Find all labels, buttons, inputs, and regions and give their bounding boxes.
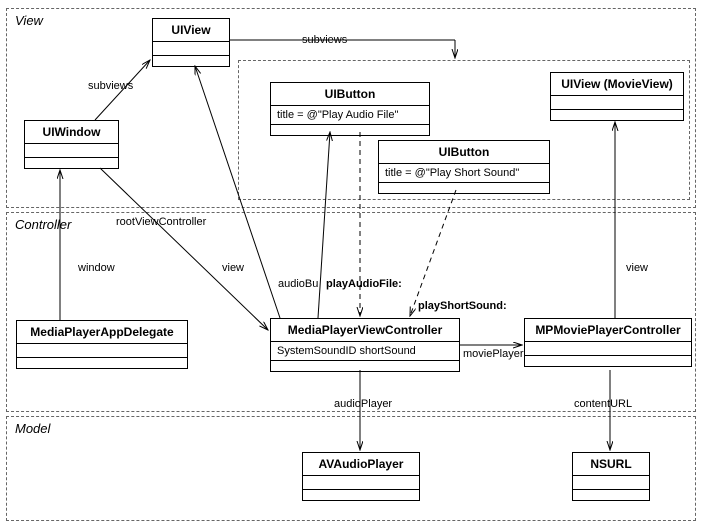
label-view2: view xyxy=(626,262,648,274)
class-uibutton-audio-title: UIButton xyxy=(271,83,429,106)
class-uibutton-sound-title: UIButton xyxy=(379,141,549,164)
class-appdelegate: MediaPlayerAppDelegate xyxy=(16,320,188,369)
layer-model-label: Model xyxy=(15,421,50,436)
class-uibutton-sound: UIButton title = @"Play Short Sound" xyxy=(378,140,550,194)
class-uibutton-sound-body: title = @"Play Short Sound" xyxy=(379,164,549,183)
label-window: window xyxy=(78,262,115,274)
class-uiwindow-title: UIWindow xyxy=(25,121,118,144)
class-avaudio: AVAudioPlayer xyxy=(302,452,420,501)
class-viewcontroller-body: SystemSoundID shortSound xyxy=(271,342,459,361)
label-contenturl: contentURL xyxy=(574,398,632,410)
class-uibutton-audio-body: title = @"Play Audio File" xyxy=(271,106,429,125)
layer-view-label: View xyxy=(15,13,43,28)
label-rootviewcontroller: rootViewController xyxy=(116,216,206,228)
class-nsurl: NSURL xyxy=(572,452,650,501)
class-uiwindow-body xyxy=(25,144,118,158)
class-movieplayer-title: MPMoviePlayerController xyxy=(525,319,691,342)
label-audiobutton: audioBu xyxy=(278,278,318,290)
label-subviews2: subviews xyxy=(302,34,347,46)
label-movieplayer: moviePlayer xyxy=(463,348,524,360)
class-uiwindow: UIWindow xyxy=(24,120,119,169)
label-view: view xyxy=(222,262,244,274)
class-nsurl-body xyxy=(573,476,649,490)
class-avaudio-body xyxy=(303,476,419,490)
label-audioplayer: audioPlayer xyxy=(334,398,392,410)
class-uiview-movie: UIView (MovieView) xyxy=(550,72,684,121)
label-playshortsound: playShortSound: xyxy=(418,300,507,312)
class-uiview-body xyxy=(153,42,229,56)
class-nsurl-title: NSURL xyxy=(573,453,649,476)
class-appdelegate-body xyxy=(17,344,187,358)
label-subviews1: subviews xyxy=(88,80,133,92)
class-appdelegate-title: MediaPlayerAppDelegate xyxy=(17,321,187,344)
class-movieplayer-body xyxy=(525,342,691,356)
class-avaudio-title: AVAudioPlayer xyxy=(303,453,419,476)
label-playaudiofile: playAudioFile: xyxy=(326,278,402,290)
layer-controller: Controller xyxy=(6,212,696,412)
class-viewcontroller: MediaPlayerViewController SystemSoundID … xyxy=(270,318,460,372)
class-viewcontroller-title: MediaPlayerViewController xyxy=(271,319,459,342)
class-movieplayer: MPMoviePlayerController xyxy=(524,318,692,367)
layer-controller-label: Controller xyxy=(15,217,71,232)
class-uiview-title: UIView xyxy=(153,19,229,42)
class-uiview: UIView xyxy=(152,18,230,67)
class-uiview-movie-body xyxy=(551,96,683,110)
class-uiview-movie-title: UIView (MovieView) xyxy=(551,73,683,96)
class-uibutton-audio: UIButton title = @"Play Audio File" xyxy=(270,82,430,136)
